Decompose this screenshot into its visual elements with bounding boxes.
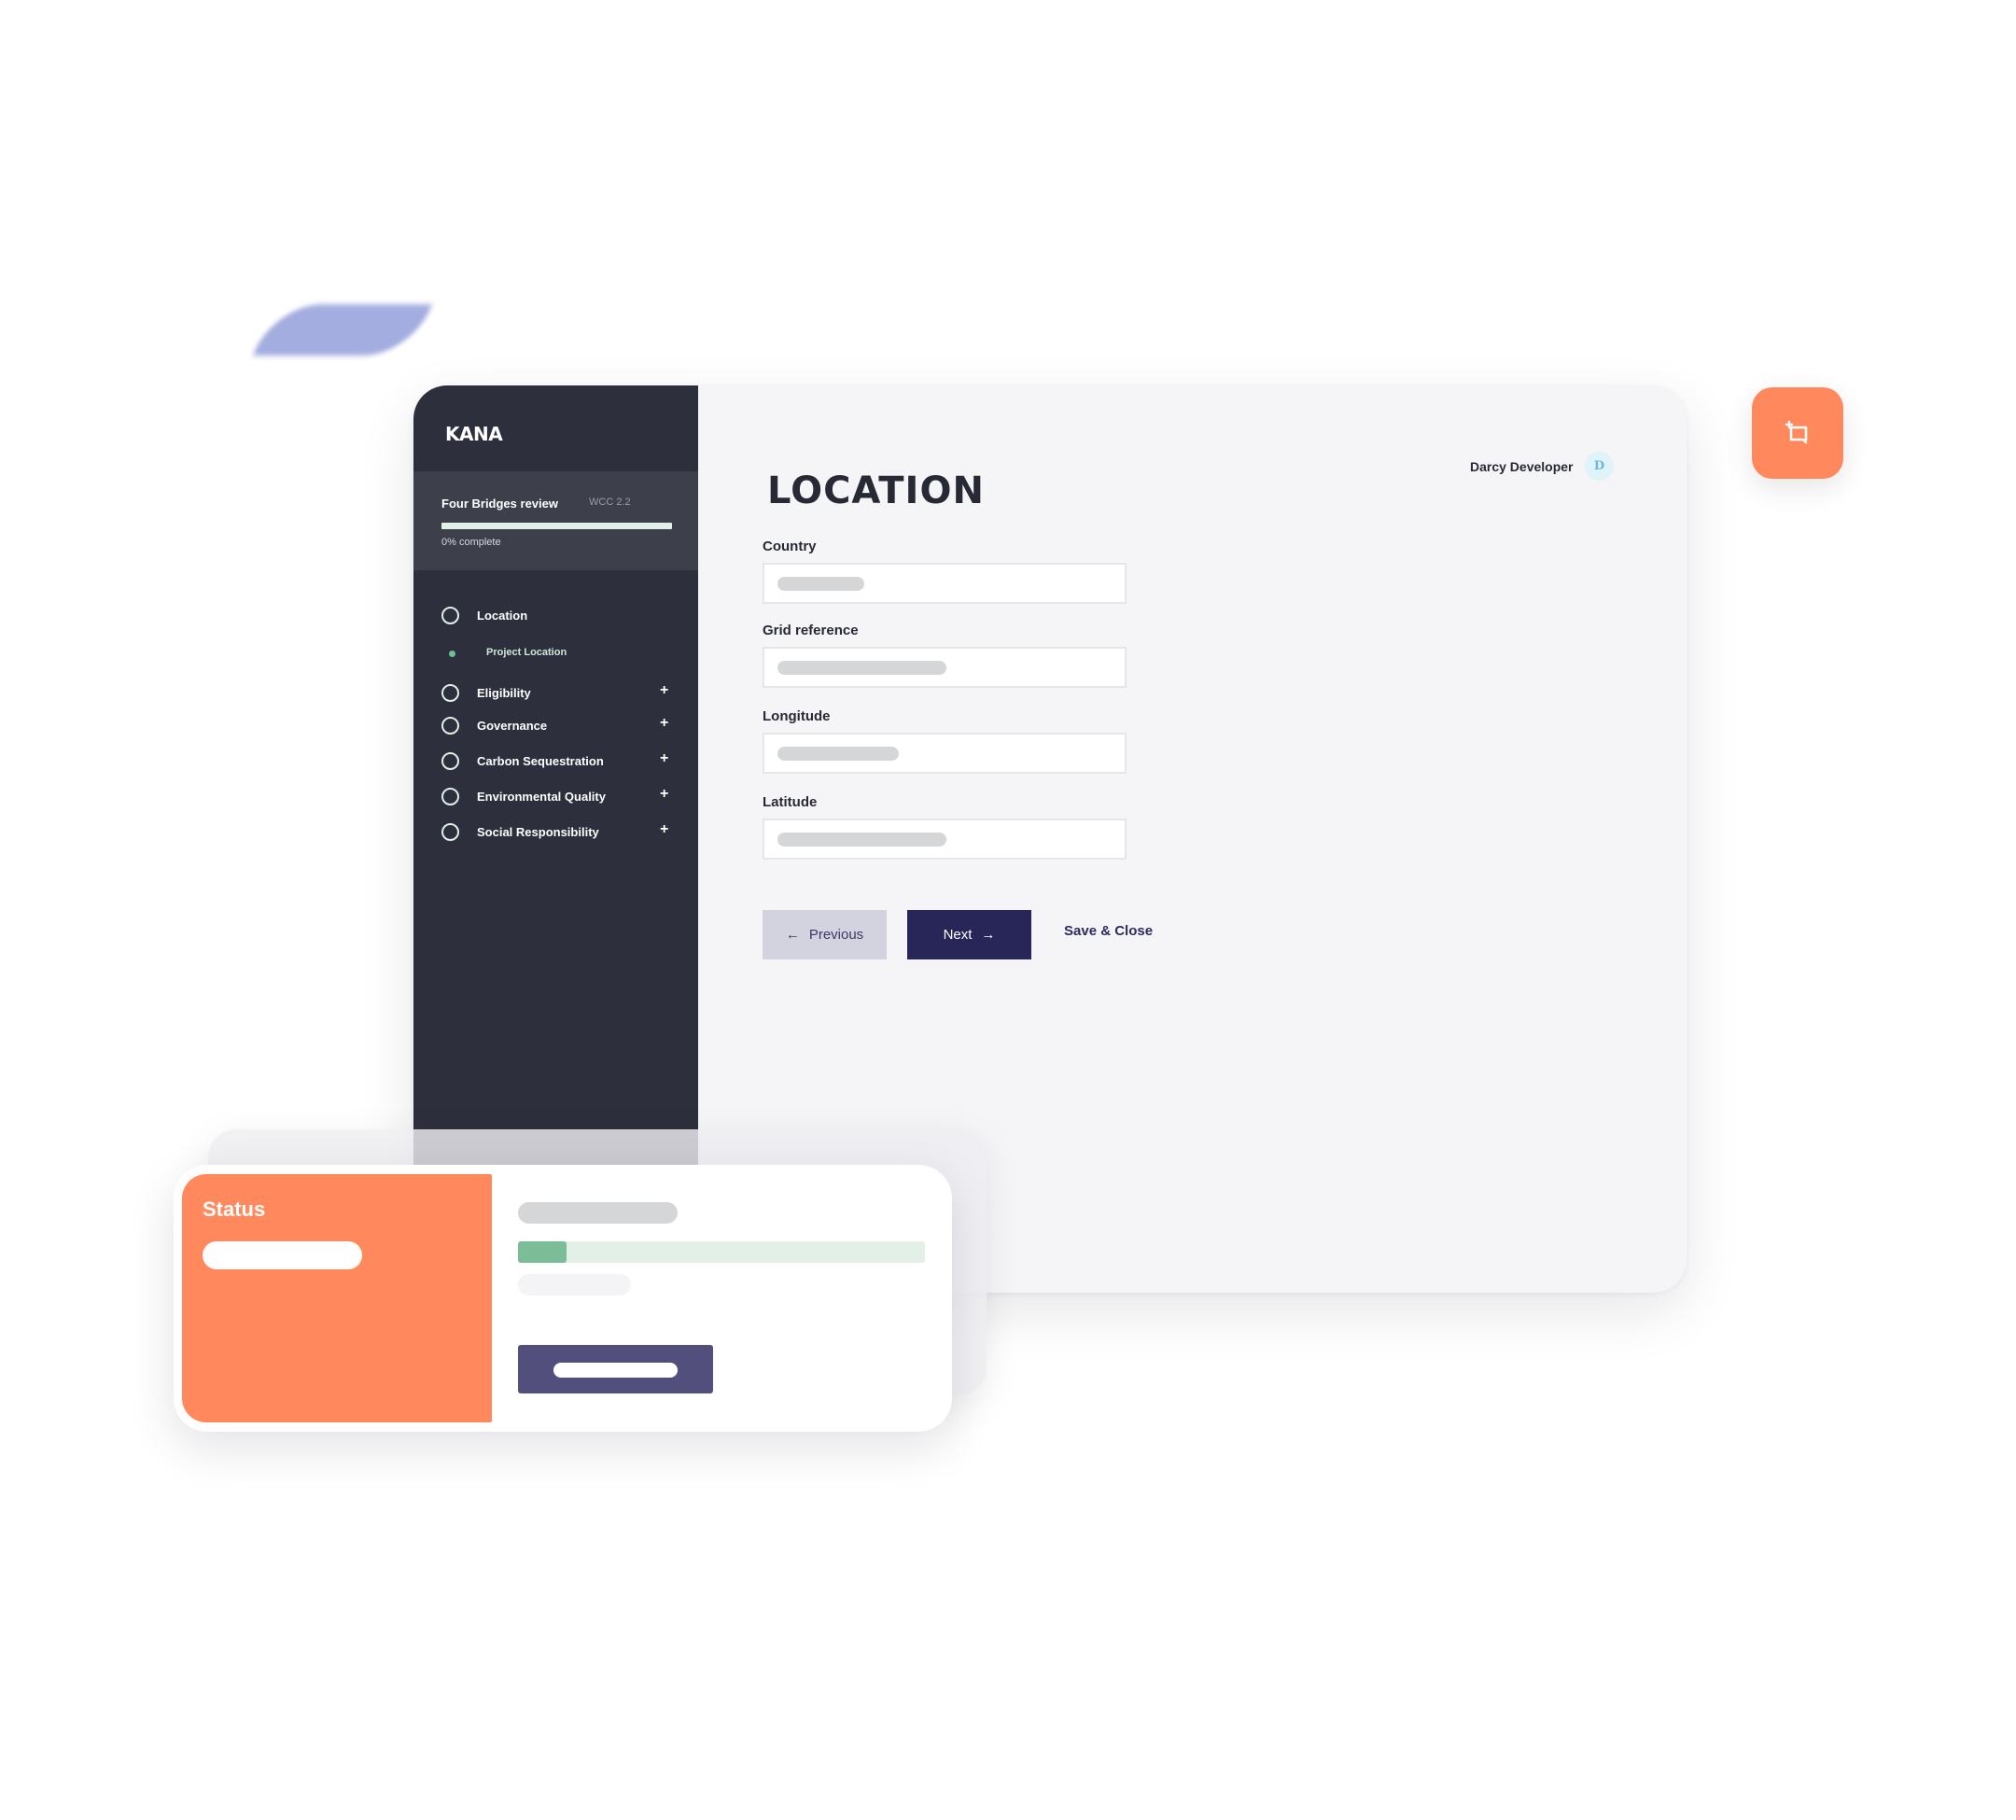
grid-reference-field[interactable] xyxy=(763,647,1127,688)
next-button[interactable]: Next → xyxy=(907,910,1031,959)
expand-plus-icon[interactable]: + xyxy=(660,750,668,767)
status-progress-bar xyxy=(518,1241,925,1263)
status-progress-fill xyxy=(518,1241,567,1263)
longitude-label: Longitude xyxy=(763,708,831,724)
sidebar-item-label: Environmental Quality xyxy=(477,790,606,804)
longitude-field[interactable] xyxy=(763,733,1127,774)
arrow-right-icon: → xyxy=(981,927,996,943)
page-title: LOCATION xyxy=(767,469,985,512)
sidebar-item-eligibility[interactable]: Eligibility + xyxy=(413,680,698,708)
button-label-skeleton xyxy=(553,1363,678,1378)
status-circle-icon xyxy=(441,684,459,702)
sidebar-item-label: Governance xyxy=(477,719,548,733)
status-circle-icon xyxy=(441,788,459,805)
placeholder-skeleton xyxy=(777,833,946,847)
country-field[interactable] xyxy=(763,563,1127,604)
status-circle-icon xyxy=(441,717,459,735)
project-name: Four Bridges review xyxy=(441,497,558,511)
placeholder-skeleton xyxy=(777,747,899,761)
expand-plus-icon[interactable]: + xyxy=(660,786,668,803)
sidebar-item-label: Social Responsibility xyxy=(477,825,599,839)
placeholder-skeleton xyxy=(777,577,864,591)
sidebar-subitem-project-location[interactable]: Project Location xyxy=(413,640,698,668)
sidebar-item-environmental-quality[interactable]: Environmental Quality + xyxy=(413,784,698,812)
sidebar-item-label: Eligibility xyxy=(477,686,531,700)
save-close-link[interactable]: Save & Close xyxy=(1064,923,1153,939)
subtitle-skeleton xyxy=(518,1274,631,1295)
project-progress-text: 0% complete xyxy=(441,537,501,548)
active-dot-icon xyxy=(449,651,455,657)
sidebar-subitem-label: Project Location xyxy=(486,647,567,658)
latitude-label: Latitude xyxy=(763,794,818,810)
status-panel: Status xyxy=(182,1174,492,1422)
previous-button[interactable]: ← Previous xyxy=(763,910,887,959)
avatar[interactable]: D xyxy=(1585,452,1614,481)
expand-plus-icon[interactable]: + xyxy=(660,715,668,732)
latitude-field[interactable] xyxy=(763,819,1127,860)
status-value-skeleton xyxy=(203,1241,362,1269)
status-circle-icon xyxy=(441,823,459,841)
previous-button-label: Previous xyxy=(808,927,864,943)
user-name[interactable]: Darcy Developer xyxy=(1470,459,1574,474)
decorative-leaf-shape xyxy=(252,304,433,356)
status-title: Status xyxy=(203,1197,266,1221)
sidebar-item-label: Location xyxy=(477,609,528,623)
kana-logo: KANA xyxy=(445,423,503,445)
status-circle-icon xyxy=(441,607,459,624)
arrow-left-icon: ← xyxy=(785,927,800,943)
status-action-button[interactable] xyxy=(518,1345,713,1393)
add-comment-button[interactable] xyxy=(1752,387,1843,479)
expand-plus-icon[interactable]: + xyxy=(660,821,668,838)
project-summary: Four Bridges review WCC 2.2 0% complete xyxy=(413,471,698,570)
sidebar-item-social-responsibility[interactable]: Social Responsibility + xyxy=(413,819,698,847)
sidebar-item-label: Carbon Sequestration xyxy=(477,754,604,768)
placeholder-skeleton xyxy=(777,661,946,675)
sidebar-item-location[interactable]: Location xyxy=(413,603,698,631)
sidebar-item-carbon-sequestration[interactable]: Carbon Sequestration + xyxy=(413,749,698,777)
status-card: Status xyxy=(174,1165,952,1432)
project-progress-bar xyxy=(441,523,672,529)
next-button-label: Next xyxy=(943,927,973,943)
status-circle-icon xyxy=(441,752,459,770)
expand-plus-icon[interactable]: + xyxy=(660,682,668,699)
project-code: WCC 2.2 xyxy=(589,497,631,508)
grid-reference-label: Grid reference xyxy=(763,623,859,638)
country-label: Country xyxy=(763,539,817,554)
sidebar-item-governance[interactable]: Governance + xyxy=(413,713,698,741)
add-comment-icon xyxy=(1785,420,1808,444)
title-skeleton xyxy=(518,1202,678,1224)
